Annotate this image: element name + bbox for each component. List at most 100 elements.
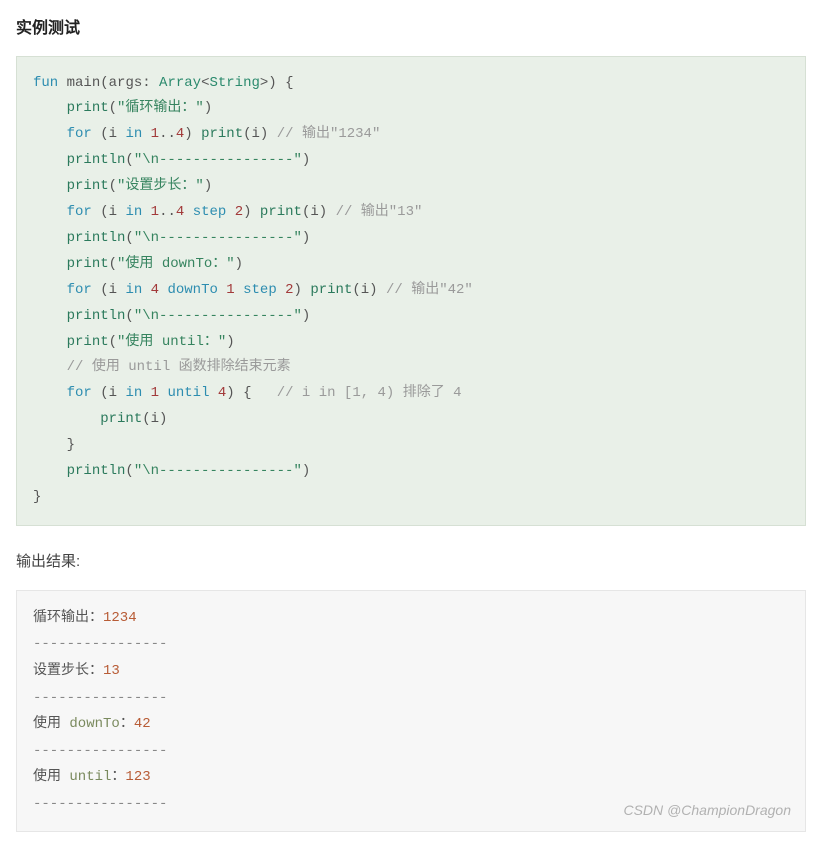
paren: ( (125, 463, 133, 479)
sp (327, 204, 335, 220)
code-block: fun main(args: Array<String>) { print("循… (16, 56, 806, 526)
fn-print: print (201, 126, 243, 142)
kw-step: step (193, 204, 227, 220)
arg: (i) (142, 411, 167, 427)
open: (i (92, 204, 126, 220)
sp (142, 385, 150, 401)
str: "\n----------------" (134, 230, 302, 246)
out-kw: until (69, 769, 111, 785)
paren: ) (302, 308, 310, 324)
sp (142, 204, 150, 220)
dots: .. (159, 126, 176, 142)
arg: (i) (352, 282, 377, 298)
fn-print: print (260, 204, 302, 220)
indent (33, 308, 67, 324)
fn-print: print (100, 411, 142, 427)
indent (33, 334, 67, 350)
fn-print: print (67, 334, 109, 350)
out-sep: ---------------- (33, 796, 167, 812)
out-sep: ---------------- (33, 636, 167, 652)
paren: ( (125, 152, 133, 168)
kw-downto: downTo (167, 282, 217, 298)
str: "设置步长：" (117, 178, 204, 194)
num: 1 (151, 385, 159, 401)
indent (33, 463, 67, 479)
sp (277, 282, 285, 298)
out-label: 使用 (33, 716, 69, 732)
num: 2 (235, 204, 243, 220)
kw-step: step (243, 282, 277, 298)
str: "\n----------------" (134, 463, 302, 479)
section-title: 实例测试 (16, 16, 806, 42)
indent (33, 437, 67, 453)
paren: ( (109, 334, 117, 350)
dots: .. (159, 204, 176, 220)
out-label: 循环输出： (33, 610, 103, 626)
close: ) (243, 204, 260, 220)
num: 2 (285, 282, 293, 298)
num: 1 (151, 204, 159, 220)
args-open: (args: (100, 75, 159, 91)
str: "使用 downTo：" (117, 256, 235, 272)
kw-fun: fun (33, 75, 58, 91)
sp (268, 126, 276, 142)
paren: ) (302, 463, 310, 479)
indent (33, 282, 67, 298)
paren: ) (204, 178, 212, 194)
type-string: String (209, 75, 259, 91)
str: "循环输出：" (117, 100, 204, 116)
kw-for: for (67, 204, 92, 220)
kw-in: in (125, 385, 142, 401)
kw-for: for (67, 385, 92, 401)
paren: ( (109, 178, 117, 194)
paren: ( (125, 230, 133, 246)
fn-print: print (67, 178, 109, 194)
brace: } (67, 437, 75, 453)
close: ) (294, 282, 311, 298)
fn-print: print (67, 256, 109, 272)
sp (142, 282, 150, 298)
paren: ( (109, 256, 117, 272)
sp (184, 204, 192, 220)
str: "使用 until：" (117, 334, 226, 350)
kw-for: for (67, 282, 92, 298)
indent (33, 411, 100, 427)
arg: (i) (302, 204, 327, 220)
output-block: 循环输出：1234 ---------------- 设置步长：13 -----… (16, 590, 806, 833)
sp (209, 385, 217, 401)
comment: // 使用 until 函数排除结束元素 (67, 359, 291, 375)
comment: // 输出"42" (386, 282, 473, 298)
fn-println: println (67, 308, 126, 324)
paren: ( (125, 308, 133, 324)
fn-println: println (67, 463, 126, 479)
out-colon: ： (120, 716, 134, 732)
out-value: 13 (103, 663, 120, 679)
paren: ) (226, 334, 234, 350)
out-label: 使用 (33, 769, 69, 785)
num: 1 (226, 282, 234, 298)
indent (33, 256, 67, 272)
kw-in: in (125, 204, 142, 220)
num: 4 (151, 282, 159, 298)
close: ) { (226, 385, 276, 401)
indent (33, 100, 67, 116)
indent (33, 178, 67, 194)
out-kw: downTo (69, 716, 119, 732)
indent (33, 385, 67, 401)
paren: ) (204, 100, 212, 116)
kw-for: for (67, 126, 92, 142)
out-sep: ---------------- (33, 743, 167, 759)
out-sep: ---------------- (33, 690, 167, 706)
open: (i (92, 126, 126, 142)
indent (33, 204, 67, 220)
out-colon: ： (111, 769, 125, 785)
brace: } (33, 489, 41, 505)
sp (142, 126, 150, 142)
fn-println: println (67, 230, 126, 246)
fn-main: main (58, 75, 100, 91)
close: ) (184, 126, 201, 142)
paren: ) (302, 152, 310, 168)
indent (33, 152, 67, 168)
str: "\n----------------" (134, 308, 302, 324)
paren: ) (235, 256, 243, 272)
